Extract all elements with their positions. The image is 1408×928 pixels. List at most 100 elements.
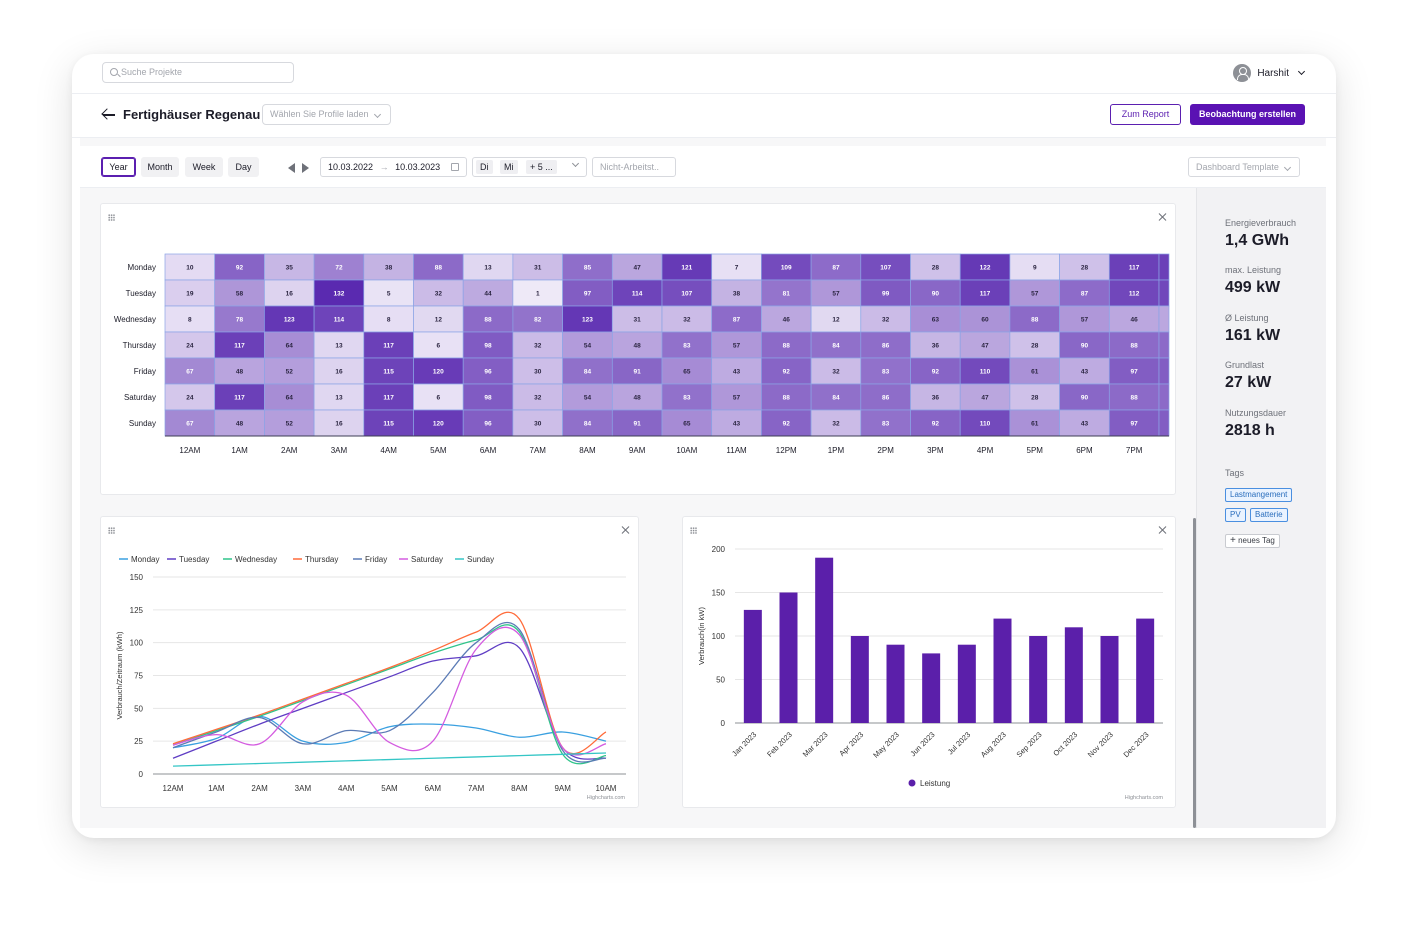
heatmap-cell-value: 54 bbox=[584, 343, 592, 350]
kpi-label: Energieverbrauch bbox=[1225, 218, 1297, 228]
bar-y-axis-title: Verbrauch(in kW) bbox=[697, 607, 706, 665]
heatmap-cell-value: 38 bbox=[733, 291, 741, 298]
user-menu[interactable]: Harshit bbox=[1233, 63, 1306, 83]
period-week-button[interactable]: Week bbox=[185, 157, 223, 177]
heatmap-cell-value: 58 bbox=[236, 291, 244, 298]
add-tag-button[interactable]: + neues Tag bbox=[1225, 534, 1280, 548]
prev-period-icon[interactable] bbox=[288, 163, 295, 173]
heatmap-column-label: 1PM bbox=[828, 446, 845, 455]
date-to: 10.03.2023 bbox=[395, 162, 441, 172]
heatmap-cell-value: 78 bbox=[236, 317, 244, 324]
heatmap-row-label: Tuesday bbox=[126, 289, 156, 298]
heatmap-row-label: Wednesday bbox=[114, 315, 156, 324]
heatmap-cell-value: 31 bbox=[634, 317, 642, 324]
heatmap-cell-value: 87 bbox=[733, 317, 741, 324]
search-input[interactable]: Suche Projekte bbox=[102, 62, 294, 83]
line-x-tick: 10AM bbox=[596, 784, 617, 793]
period-month-button[interactable]: Month bbox=[141, 157, 179, 177]
page-title: Fertighäuser Regenau bbox=[123, 107, 261, 122]
heatmap-cell-value: 96 bbox=[484, 421, 492, 428]
nonwork-days-select[interactable]: Nicht-Arbeitst.. bbox=[592, 157, 676, 177]
heatmap-cell-value: 47 bbox=[634, 265, 642, 272]
bar-legend-label: Leistung bbox=[920, 779, 950, 788]
heatmap-cell-value: 12 bbox=[832, 317, 840, 324]
heatmap-cell-value: 38 bbox=[385, 265, 393, 272]
heatmap-cell-value: 28 bbox=[1031, 395, 1039, 402]
next-period-icon[interactable] bbox=[302, 163, 309, 173]
bar-chart-card: 0 50 100 150 200 Verbrauch(in kW) Jan 2023 Feb … bbox=[682, 516, 1176, 808]
heatmap-cell-value: 13 bbox=[484, 265, 492, 272]
line-legend-label: Thursday bbox=[305, 555, 338, 564]
heatmap-column-label: 6PM bbox=[1076, 446, 1093, 455]
heatmap-cell-value: 98 bbox=[484, 343, 492, 350]
back-arrow-icon[interactable] bbox=[102, 108, 116, 122]
day-chip: Mi bbox=[500, 160, 518, 174]
chevron-down-icon bbox=[1297, 67, 1306, 76]
heatmap-column-label: 2AM bbox=[281, 446, 298, 455]
period-day-button[interactable]: Day bbox=[228, 157, 259, 177]
create-observation-button[interactable]: Beobachtung erstellen bbox=[1190, 104, 1305, 125]
period-year-button[interactable]: Year bbox=[101, 157, 136, 177]
heatmap-cell-value: 35 bbox=[286, 265, 294, 272]
calendar-icon bbox=[451, 163, 459, 171]
heatmap-cell-value: 43 bbox=[1081, 369, 1089, 376]
heatmap-cell-value: 87 bbox=[832, 265, 840, 272]
heatmap-cell-value: 61 bbox=[1031, 369, 1039, 376]
heatmap-cell-value: 63 bbox=[932, 317, 940, 324]
line-legend-label: Wednesday bbox=[235, 555, 277, 564]
heatmap-cell-value: 65 bbox=[683, 421, 691, 428]
heatmap-cell-value: 32 bbox=[534, 395, 542, 402]
search-icon bbox=[110, 68, 118, 76]
avatar bbox=[1233, 64, 1252, 82]
date-separator: → bbox=[379, 162, 389, 172]
tag-chip[interactable]: PV bbox=[1225, 508, 1246, 522]
search-placeholder: Suche Projekte bbox=[121, 67, 183, 77]
heatmap-cell-value: 64 bbox=[286, 343, 294, 350]
heatmap-row-label: Thursday bbox=[123, 341, 156, 350]
page-header: Fertighäuser Regenau Wählen Sie Profile … bbox=[72, 94, 1336, 138]
heatmap-cell-value: 117 bbox=[383, 395, 394, 402]
top-bar: Suche Projekte Harshit bbox=[72, 54, 1336, 94]
bar-y-tick: 0 bbox=[721, 719, 726, 728]
date-range-picker[interactable]: 10.03.2022 → 10.03.2023 bbox=[320, 157, 467, 177]
heatmap-cell-value: 19 bbox=[186, 291, 194, 298]
heatmap-cell-value: 83 bbox=[683, 343, 691, 350]
heatmap-cell-value: 120 bbox=[433, 421, 444, 428]
kpi-label: max. Leistung bbox=[1225, 265, 1282, 275]
line-x-tick: 8AM bbox=[511, 784, 528, 793]
tag-chip[interactable]: Batterie bbox=[1250, 508, 1288, 522]
kpi-value: 499 kW bbox=[1225, 279, 1281, 296]
heatmap-cell-value: 65 bbox=[683, 369, 691, 376]
heatmap-cell-value: 57 bbox=[733, 343, 741, 350]
bar-x-tick: Aug 2023 bbox=[979, 730, 1008, 759]
heatmap-column-label: 7PM bbox=[1126, 446, 1143, 455]
heatmap-cell-value: 1 bbox=[536, 291, 540, 298]
heatmap-cell-value: 83 bbox=[882, 369, 890, 376]
tag-chip[interactable]: Lastmangement bbox=[1225, 488, 1293, 502]
report-button[interactable]: Zum Report bbox=[1110, 104, 1181, 125]
line-x-tick: 2AM bbox=[251, 784, 268, 793]
chevron-down-icon bbox=[374, 110, 382, 119]
heatmap-cell-value: 43 bbox=[733, 369, 741, 376]
line-y-tick: 125 bbox=[130, 606, 144, 615]
heatmap-column-label: 12PM bbox=[776, 446, 797, 455]
line-x-tick: 7AM bbox=[468, 784, 485, 793]
heatmap-cell-value: 97 bbox=[584, 291, 592, 298]
heatmap-row-label: Sunday bbox=[129, 419, 156, 428]
heatmap-cell-value: 99 bbox=[882, 291, 890, 298]
weekday-select[interactable]: Di Mi + 5 ... bbox=[472, 157, 587, 177]
heatmap-cell-value: 6 bbox=[437, 343, 441, 350]
heatmap-card: Monday 10 92 35 72 38 88 13 31 85 47 121 7 109 87 107 28… bbox=[100, 203, 1176, 495]
heatmap-cell-value: 13 bbox=[335, 343, 343, 350]
heatmap-cell-value: 72 bbox=[335, 265, 343, 272]
heatmap-column-label: 5AM bbox=[430, 446, 447, 455]
heatmap-cell-value: 92 bbox=[236, 265, 244, 272]
dashboard-template-select[interactable]: Dashboard Template bbox=[1188, 157, 1300, 177]
heatmap-cell-value: 88 bbox=[783, 343, 791, 350]
kpi-label: Ø Leistung bbox=[1225, 313, 1269, 323]
heatmap-cell-value: 36 bbox=[932, 343, 940, 350]
filter-bar: Year Month Week Day 10.03.2022 → 10.03.2… bbox=[80, 146, 1326, 188]
profile-select[interactable]: Wählen Sie Profile laden bbox=[262, 104, 391, 125]
heatmap-cell-value: 67 bbox=[186, 421, 194, 428]
heatmap-cell-value: 114 bbox=[632, 291, 643, 298]
